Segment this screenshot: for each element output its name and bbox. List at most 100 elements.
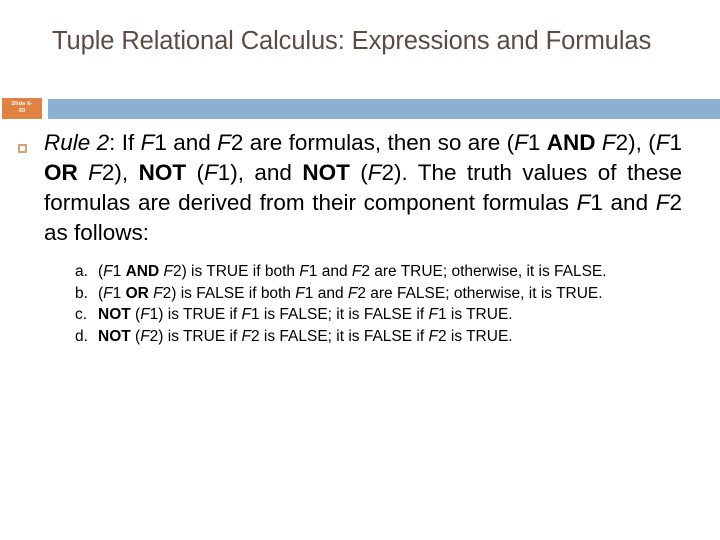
item-b-var-1-num: 1 — [112, 284, 126, 302]
list-item: b. (F1 OR F2) is FALSE if both F1 and F2 … — [75, 283, 678, 305]
item-c-var-2-num: 1 — [149, 306, 159, 323]
item-b-var-3: F — [295, 284, 305, 302]
var-f1-b: F — [514, 130, 528, 155]
item-d-p3: ) is TRUE if — [158, 327, 242, 345]
item-a-var-2: F — [163, 263, 173, 280]
item-d-p4: is FALSE; it is FALSE if — [259, 327, 429, 345]
var-f1-e: F — [576, 190, 591, 215]
item-d-var-2-num: 2 — [149, 327, 159, 345]
item-d-var-4: F — [428, 327, 438, 345]
list-item-marker: a. — [75, 263, 88, 280]
var-f2-d-num: 2 — [381, 160, 395, 185]
list-item: c. NOT (F1) is TRUE if F1 is FALSE; it is… — [75, 304, 678, 326]
item-d-var-2: F — [140, 327, 150, 345]
list-item-marker: c. — [75, 306, 88, 323]
operator-and-1: AND — [546, 130, 596, 155]
item-a-p4: and — [317, 263, 352, 280]
var-f1-e-num: 1 — [590, 190, 603, 215]
item-a-var-1-num: 1 — [112, 263, 126, 280]
var-f2-a: F — [217, 130, 231, 155]
rule-bullet-row: Rule 2: If F1 and F2 are formulas, then … — [0, 128, 720, 248]
rule-colon: : If — [109, 130, 141, 155]
item-b-p4: and — [313, 284, 348, 302]
var-f2-d: F — [367, 160, 382, 185]
slide-number-line-2: 50 — [18, 108, 26, 114]
item-c-operator: NOT — [98, 306, 131, 323]
item-d-var-3-num: 2 — [251, 327, 260, 345]
var-f1-a: F — [140, 130, 155, 155]
operator-not-2: NOT — [302, 160, 350, 185]
list-item: a. (F1 AND F2) is TRUE if both F1 and F2 … — [75, 261, 678, 283]
header-band-bar — [48, 99, 720, 119]
body-content: Rule 2: If F1 and F2 are formulas, then … — [0, 128, 720, 347]
item-b-var-1: F — [103, 284, 113, 302]
page-title: Tuple Relational Calculus: Expressions a… — [52, 27, 652, 55]
item-a-p3: ) is TRUE if both — [181, 263, 300, 280]
var-f1-c: F — [655, 130, 670, 155]
item-d-p2: ( — [130, 327, 141, 345]
item-c-var-3: F — [241, 306, 251, 323]
var-f1-d-num: 1 — [217, 160, 231, 185]
item-d-var-3: F — [241, 327, 251, 345]
item-a-var-2-num: 2 — [172, 263, 182, 280]
item-c-var-2: F — [140, 306, 150, 323]
conj-and-2: and — [602, 190, 656, 215]
item-a-var-3: F — [299, 263, 309, 280]
item-c-p4: is FALSE; it is FALSE if — [259, 306, 429, 323]
item-b-var-4-num: 2 — [357, 284, 366, 302]
var-f1-c-num: 1 — [669, 130, 682, 155]
item-c-p2: ( — [130, 306, 141, 323]
space-2 — [78, 160, 88, 185]
rule-mid-4: ( — [186, 160, 204, 185]
var-f1-d: F — [203, 160, 218, 185]
var-f2-b-num: 2 — [615, 130, 629, 155]
item-c-var-4: F — [428, 306, 438, 323]
var-f2-b: F — [601, 130, 616, 155]
var-f2-c-num: 2 — [101, 160, 115, 185]
var-f1-b-num: 1 — [527, 130, 547, 155]
list-item: d. NOT (F2) is TRUE if F2 is FALSE; it is… — [75, 326, 678, 348]
item-b-var-4: F — [347, 284, 358, 302]
slide-number-badge: Slide 6- 50 — [2, 98, 42, 119]
item-c-var-4-num: 1 — [437, 306, 447, 323]
var-f1-a-num: 1 — [154, 130, 167, 155]
item-b-p5: are FALSE; otherwise, it is TRUE. — [365, 284, 603, 302]
rule-mid-6: ( — [349, 160, 368, 185]
sub-list: a. (F1 AND F2) is TRUE if both F1 and F2 … — [0, 261, 720, 347]
slide-number-line-1: Slide 6- — [11, 101, 33, 107]
item-d-operator: NOT — [98, 327, 131, 345]
item-a-var-4-num: 2 — [361, 263, 370, 280]
square-outline-bullet-icon — [18, 144, 27, 153]
header-band: Slide 6- 50 — [0, 98, 720, 119]
item-c-var-3-num: 1 — [251, 306, 260, 323]
item-d-p5: is TRUE. — [446, 327, 513, 345]
item-b-p3: ) is FALSE if both — [171, 284, 296, 302]
item-c-p5: is TRUE. — [446, 306, 513, 323]
item-a-operator: AND — [125, 263, 160, 280]
rule-label: Rule — [44, 130, 91, 155]
rule-mid-2: ), ( — [628, 130, 656, 155]
rule-mid-5: ), and — [230, 160, 303, 185]
title-block: Tuple Relational Calculus: Expressions a… — [52, 26, 652, 57]
item-c-p3: ) is TRUE if — [158, 306, 242, 323]
rule-mid-3: ), — [114, 160, 139, 185]
var-f2-e-num: 2 — [669, 190, 683, 215]
var-f2-e: F — [655, 190, 670, 215]
rule-number: 2 — [90, 130, 110, 155]
slide-canvas: Tuple Relational Calculus: Expressions a… — [0, 0, 720, 540]
var-f2-a-num: 2 — [230, 130, 244, 155]
rule-mid-1: are formulas, then so are ( — [243, 130, 515, 155]
conj-and-1: and — [166, 130, 218, 155]
item-b-var-2-num: 2 — [162, 284, 172, 302]
item-b-operator: OR — [125, 284, 149, 302]
rule-paragraph: Rule 2: If F1 and F2 are formulas, then … — [44, 128, 682, 248]
item-a-var-4: F — [351, 263, 362, 280]
var-f2-c: F — [88, 160, 102, 185]
item-a-var-1: F — [103, 263, 113, 280]
item-a-p5: are TRUE; otherwise, it is FALSE. — [369, 263, 607, 280]
operator-or-1: OR — [44, 160, 78, 185]
item-d-var-4-num: 2 — [437, 327, 447, 345]
item-b-var-2: F — [153, 284, 163, 302]
list-item-marker: b. — [75, 284, 88, 302]
operator-not-1: NOT — [138, 160, 187, 185]
